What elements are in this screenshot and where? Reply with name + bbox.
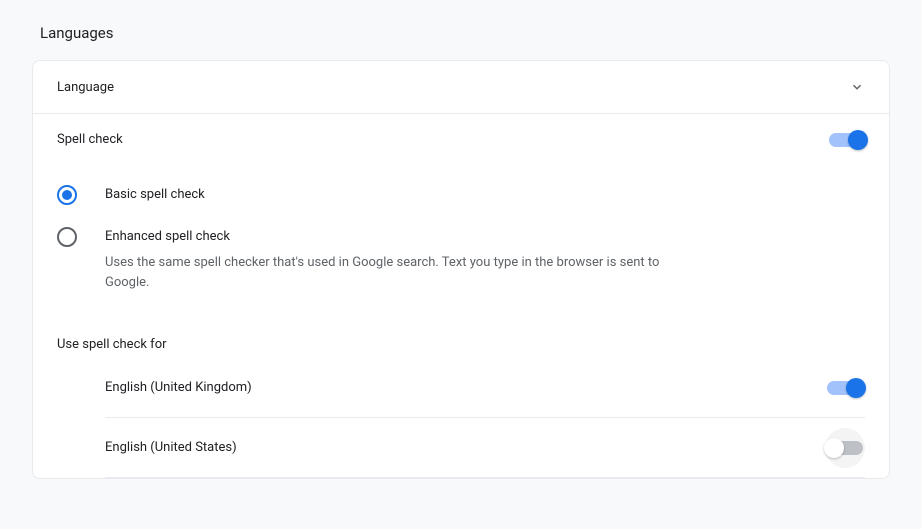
language-name: English (United States) xyxy=(105,440,237,455)
list-item: English (United Kingdom) xyxy=(105,358,865,418)
page-title: Languages xyxy=(0,0,922,60)
language-section-row[interactable]: Language xyxy=(33,61,889,114)
spellcheck-language-list: English (United Kingdom) English (United… xyxy=(33,358,889,478)
settings-card: Language Spell check Basic spell check E… xyxy=(32,60,890,479)
radio-selected-icon xyxy=(57,185,77,205)
enhanced-spellcheck-label: Enhanced spell check xyxy=(105,227,665,247)
spellcheck-master-row: Spell check xyxy=(33,114,889,165)
enhanced-spellcheck-description: Uses the same spell checker that's used … xyxy=(105,253,665,293)
spellcheck-toggle[interactable] xyxy=(829,133,865,147)
enhanced-spellcheck-option[interactable]: Enhanced spell check Uses the same spell… xyxy=(57,227,865,293)
language-toggle-en-us[interactable] xyxy=(827,441,863,455)
spellcheck-label: Spell check xyxy=(57,132,123,147)
radio-unselected-icon xyxy=(57,227,77,247)
language-name: English (United Kingdom) xyxy=(105,380,252,395)
basic-spellcheck-label: Basic spell check xyxy=(105,185,205,205)
language-toggle-en-gb[interactable] xyxy=(827,381,863,395)
list-item: English (United States) xyxy=(105,418,865,478)
language-section-label: Language xyxy=(57,80,114,95)
spellcheck-mode-radio-group: Basic spell check Enhanced spell check U… xyxy=(33,165,889,323)
basic-spellcheck-option[interactable]: Basic spell check xyxy=(57,185,865,205)
use-spellcheck-for-label: Use spell check for xyxy=(33,323,889,358)
chevron-down-icon xyxy=(849,79,865,95)
